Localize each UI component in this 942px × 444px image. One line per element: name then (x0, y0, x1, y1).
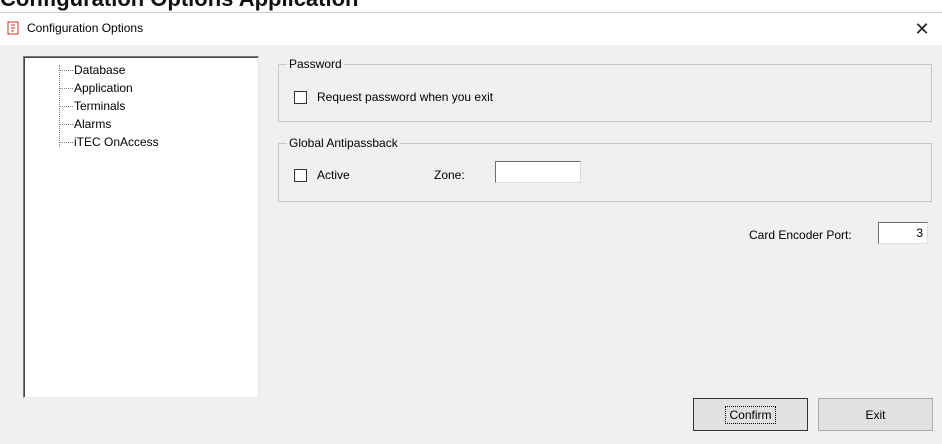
active-checkbox[interactable] (294, 169, 307, 182)
password-group: Password Request password when you exit (278, 57, 932, 122)
app-icon (7, 21, 19, 35)
request-password-label[interactable]: Request password when you exit (317, 90, 493, 104)
tree-item-alarms[interactable]: Alarms (50, 115, 111, 133)
antipassback-group-title: Global Antipassback (287, 136, 400, 150)
tree-item-itec-onaccess[interactable]: iTEC OnAccess (50, 133, 159, 151)
close-icon: ✕ (914, 18, 930, 39)
zone-input[interactable] (495, 161, 581, 183)
close-button[interactable]: ✕ (902, 13, 942, 45)
exit-button-label: Exit (865, 407, 886, 422)
active-label[interactable]: Active (317, 168, 350, 182)
page-heading: Configuration Options Application (0, 0, 942, 12)
tree-item-terminals[interactable]: Terminals (50, 97, 125, 115)
card-encoder-port-label: Card Encoder Port: (749, 228, 852, 242)
card-encoder-port-input[interactable] (878, 222, 928, 244)
tree-item-database[interactable]: Database (50, 61, 125, 79)
password-group-title: Password (287, 57, 344, 71)
exit-button[interactable]: Exit (818, 398, 933, 431)
title-bar: Configuration Options ✕ (0, 13, 942, 45)
zone-label: Zone: (434, 168, 465, 182)
tree-item-application[interactable]: Application (50, 79, 133, 97)
confirm-button-label: Confirm (725, 405, 776, 424)
configuration-dialog: Configuration Options ✕ Database Applica… (0, 12, 942, 444)
window-title: Configuration Options (27, 21, 144, 35)
antipassback-group: Global Antipassback Active Zone: (278, 136, 932, 202)
options-tree: Database Application Terminals Alarms iT… (23, 56, 259, 398)
confirm-button[interactable]: Confirm (693, 398, 808, 431)
request-password-checkbox[interactable] (294, 91, 307, 104)
